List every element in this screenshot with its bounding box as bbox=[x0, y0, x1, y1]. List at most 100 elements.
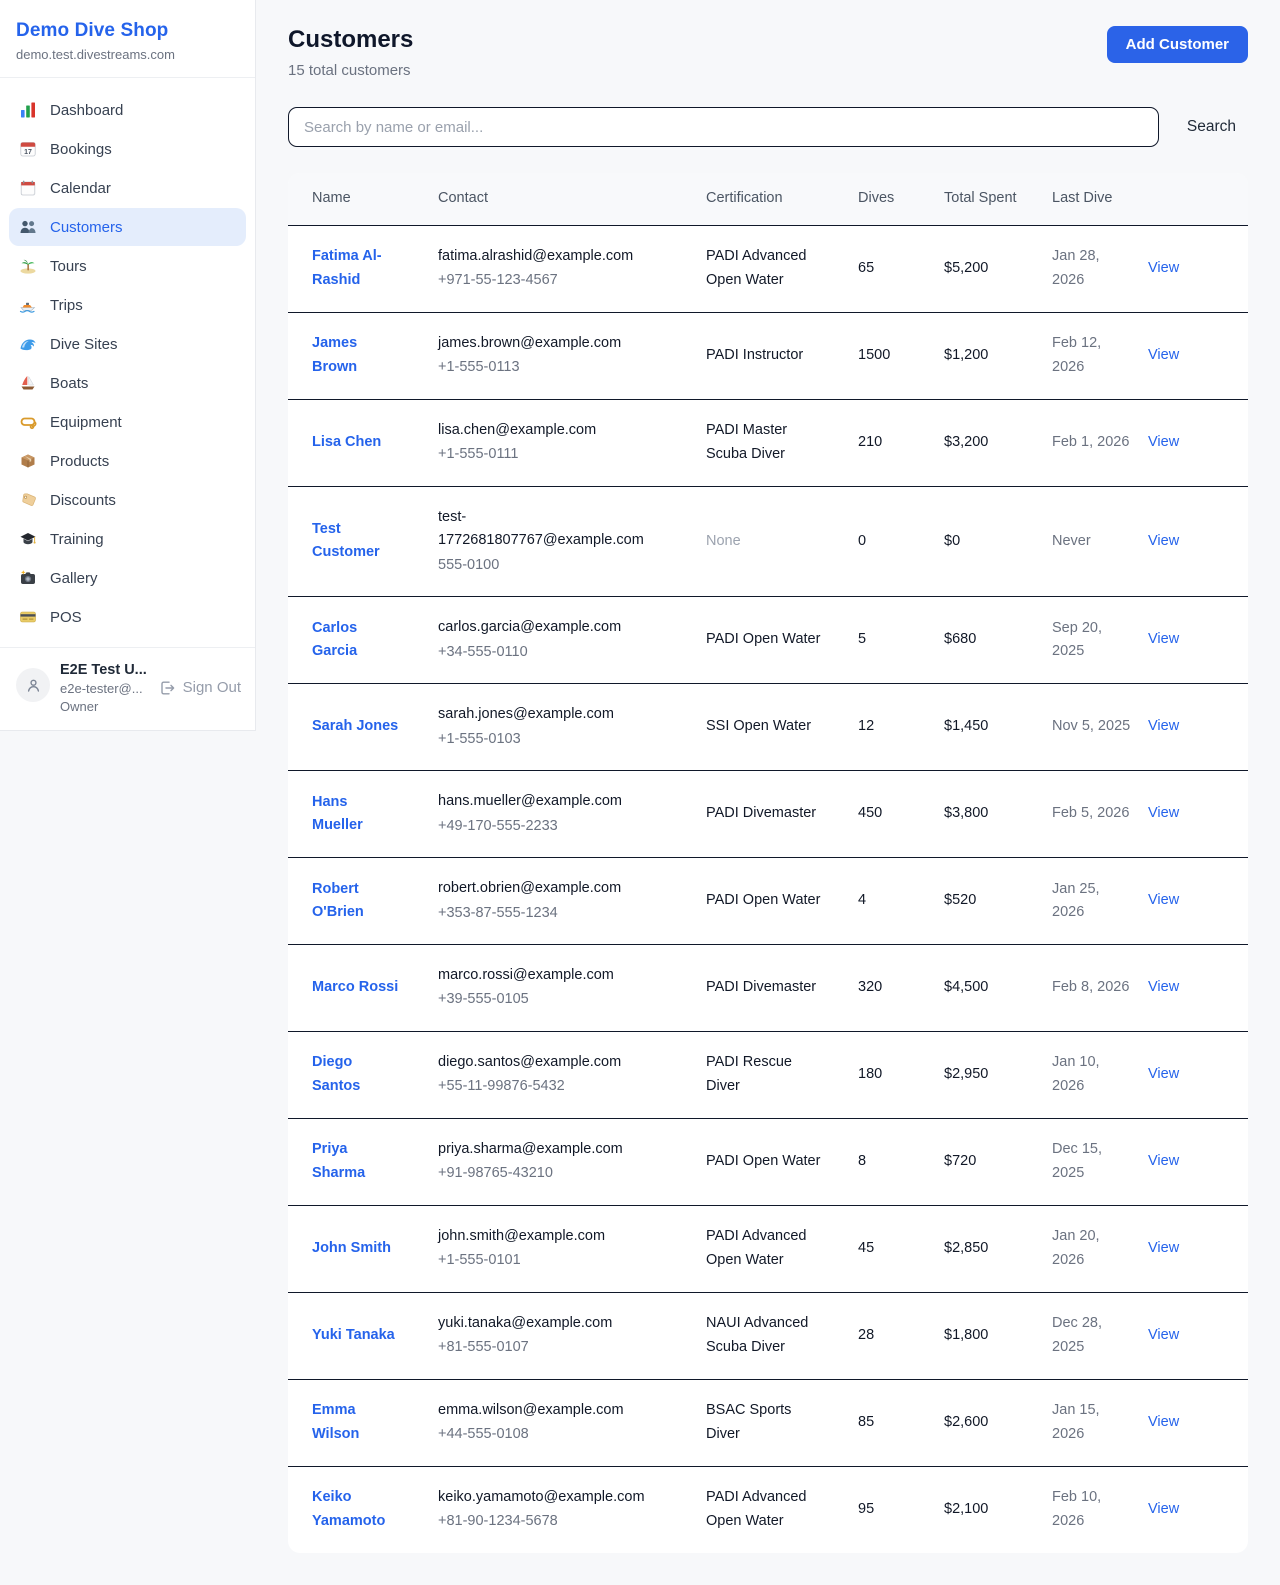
view-link[interactable]: View bbox=[1148, 718, 1179, 734]
sidebar-item-calendar[interactable]: Calendar bbox=[9, 169, 246, 207]
customers-table: Name Contact Certification Dives Total S… bbox=[288, 173, 1248, 1553]
customer-total-spent: $1,450 bbox=[944, 684, 1052, 771]
customer-email: yuki.tanaka@example.com bbox=[438, 1312, 666, 1335]
view-link[interactable]: View bbox=[1148, 347, 1179, 363]
sidebar-item-label: Equipment bbox=[50, 414, 122, 431]
customer-name-link[interactable]: Hans Mueller bbox=[312, 794, 363, 833]
sidebar-item-label: Trips bbox=[50, 297, 83, 314]
sidebar-item-boats[interactable]: Boats bbox=[9, 364, 246, 402]
customer-name-link[interactable]: Sarah Jones bbox=[312, 718, 398, 734]
table-row: Diego Santos diego.santos@example.com +5… bbox=[288, 1031, 1248, 1118]
avatar bbox=[16, 668, 50, 702]
customer-name-link[interactable]: Keiko Yamamoto bbox=[312, 1489, 385, 1528]
customer-total-spent: $1,200 bbox=[944, 312, 1052, 399]
customer-name-link[interactable]: James Brown bbox=[312, 335, 357, 374]
view-link[interactable]: View bbox=[1148, 631, 1179, 647]
view-link[interactable]: View bbox=[1148, 1240, 1179, 1256]
table-row: Lisa Chen lisa.chen@example.com +1-555-0… bbox=[288, 399, 1248, 486]
customer-certification: PADI Advanced Open Water bbox=[706, 1228, 807, 1267]
sidebar-item-label: POS bbox=[50, 609, 82, 626]
sidebar-item-training[interactable]: Training bbox=[9, 520, 246, 558]
customer-certification: PADI Divemaster bbox=[706, 979, 816, 995]
view-link[interactable]: View bbox=[1148, 434, 1179, 450]
search-button[interactable]: Search bbox=[1159, 118, 1248, 136]
sign-out-icon bbox=[159, 680, 175, 696]
view-link[interactable]: View bbox=[1148, 1327, 1179, 1343]
sidebar-item-label: Customers bbox=[50, 219, 123, 236]
customer-total-spent: $0 bbox=[944, 486, 1052, 596]
sidebar-item-label: Training bbox=[50, 531, 104, 548]
sidebar-item-products[interactable]: Products bbox=[9, 442, 246, 480]
customer-last-dive: Never bbox=[1052, 486, 1148, 596]
view-link[interactable]: View bbox=[1148, 805, 1179, 821]
customer-email: fatima.alrashid@example.com bbox=[438, 245, 666, 268]
customer-dives: 180 bbox=[858, 1031, 944, 1118]
sidebar-item-trips[interactable]: Trips bbox=[9, 286, 246, 324]
sidebar-item-label: Dashboard bbox=[50, 102, 123, 119]
search-input[interactable] bbox=[288, 107, 1159, 147]
sidebar-item-dashboard[interactable]: Dashboard bbox=[9, 91, 246, 129]
shop-domain: demo.test.divestreams.com bbox=[16, 47, 239, 62]
view-link[interactable]: View bbox=[1148, 1414, 1179, 1430]
customer-phone: +44-555-0108 bbox=[438, 1423, 666, 1446]
training-icon bbox=[19, 530, 37, 548]
shop-name: Demo Dive Shop bbox=[16, 20, 239, 42]
customer-name-link[interactable]: John Smith bbox=[312, 1240, 391, 1256]
customer-name-link[interactable]: Marco Rossi bbox=[312, 979, 398, 995]
sign-out-button[interactable]: Sign Out bbox=[159, 679, 241, 696]
sidebar-item-label: Calendar bbox=[50, 180, 111, 197]
view-link[interactable]: View bbox=[1148, 979, 1179, 995]
customer-dives: 85 bbox=[858, 1379, 944, 1466]
customer-total-spent: $3,800 bbox=[944, 771, 1052, 858]
customer-name-link[interactable]: Robert O'Brien bbox=[312, 881, 364, 920]
customer-email: hans.mueller@example.com bbox=[438, 790, 666, 813]
table-header-row: Name Contact Certification Dives Total S… bbox=[288, 173, 1248, 225]
customer-certification: PADI Advanced Open Water bbox=[706, 1489, 807, 1528]
view-link[interactable]: View bbox=[1148, 1501, 1179, 1517]
sidebar-item-tours[interactable]: Tours bbox=[9, 247, 246, 285]
sidebar-item-discounts[interactable]: Discounts bbox=[9, 481, 246, 519]
customer-total-spent: $720 bbox=[944, 1118, 1052, 1205]
add-customer-button[interactable]: Add Customer bbox=[1107, 26, 1248, 63]
customer-email: marco.rossi@example.com bbox=[438, 964, 666, 987]
page-title: Customers bbox=[288, 26, 413, 54]
view-link[interactable]: View bbox=[1148, 260, 1179, 276]
customer-dives: 0 bbox=[858, 486, 944, 596]
sidebar-item-equipment[interactable]: Equipment bbox=[9, 403, 246, 441]
sidebar-item-bookings[interactable]: Bookings bbox=[9, 130, 246, 168]
customer-name-link[interactable]: Lisa Chen bbox=[312, 434, 381, 450]
table-row: Hans Mueller hans.mueller@example.com +4… bbox=[288, 771, 1248, 858]
user-name: E2E Test U... bbox=[60, 662, 149, 678]
sidebar-item-customers[interactable]: Customers bbox=[9, 208, 246, 246]
customer-email: diego.santos@example.com bbox=[438, 1051, 666, 1074]
sidebar-item-dive-sites[interactable]: Dive Sites bbox=[9, 325, 246, 363]
customer-name-link[interactable]: Test Customer bbox=[312, 521, 380, 560]
customer-name-link[interactable]: Carlos Garcia bbox=[312, 620, 357, 659]
customer-dives: 12 bbox=[858, 684, 944, 771]
customer-last-dive: Jan 15, 2026 bbox=[1052, 1379, 1148, 1466]
customer-phone: +34-555-0110 bbox=[438, 641, 666, 664]
sidebar-item-gallery[interactable]: Gallery bbox=[9, 559, 246, 597]
col-header-contact: Contact bbox=[438, 173, 706, 225]
customer-last-dive: Feb 12, 2026 bbox=[1052, 312, 1148, 399]
products-icon bbox=[19, 452, 37, 470]
customer-email: keiko.yamamoto@example.com bbox=[438, 1486, 666, 1509]
customer-name-link[interactable]: Priya Sharma bbox=[312, 1141, 365, 1180]
customer-name-link[interactable]: Yuki Tanaka bbox=[312, 1327, 395, 1343]
view-link[interactable]: View bbox=[1148, 1153, 1179, 1169]
view-link[interactable]: View bbox=[1148, 892, 1179, 908]
customer-name-link[interactable]: Emma Wilson bbox=[312, 1402, 359, 1441]
customer-email: lisa.chen@example.com bbox=[438, 419, 666, 442]
view-link[interactable]: View bbox=[1148, 533, 1179, 549]
customer-name-link[interactable]: Fatima Al-Rashid bbox=[312, 248, 382, 287]
customer-last-dive: Nov 5, 2025 bbox=[1052, 684, 1148, 771]
sidebar: Demo Dive Shop demo.test.divestreams.com… bbox=[0, 0, 256, 731]
tours-icon bbox=[19, 257, 37, 275]
sidebar-nav: Dashboard Bookings Calendar Customers To… bbox=[0, 78, 255, 647]
gallery-icon bbox=[19, 569, 37, 587]
table-row: Yuki Tanaka yuki.tanaka@example.com +81-… bbox=[288, 1292, 1248, 1379]
sidebar-item-pos[interactable]: POS bbox=[9, 598, 246, 636]
customer-phone: +81-90-1234-5678 bbox=[438, 1510, 666, 1533]
view-link[interactable]: View bbox=[1148, 1066, 1179, 1082]
customer-name-link[interactable]: Diego Santos bbox=[312, 1054, 360, 1093]
